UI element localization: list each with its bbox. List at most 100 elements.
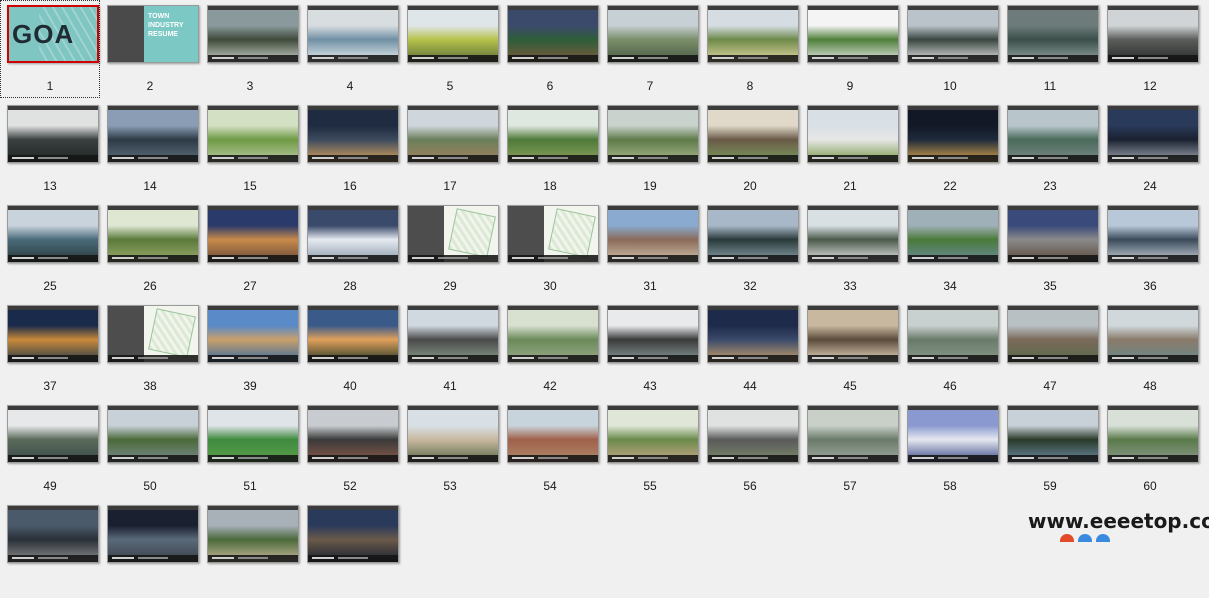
slide-preview-image bbox=[207, 505, 299, 563]
slide-thumbnail[interactable]: 46 bbox=[900, 300, 1000, 398]
slide-number: 49 bbox=[43, 479, 57, 493]
slide-thumbnail[interactable]: 6 bbox=[500, 0, 600, 98]
slide-thumbnail[interactable]: 59 bbox=[1000, 400, 1100, 498]
slide-number: 51 bbox=[243, 479, 257, 493]
slide-thumbnail[interactable]: 8 bbox=[700, 0, 800, 98]
slide-number: 46 bbox=[943, 379, 957, 393]
slide-thumbnail[interactable]: 13 bbox=[0, 100, 100, 198]
slide-thumbnail[interactable]: 23 bbox=[1000, 100, 1100, 198]
caption-strip bbox=[308, 55, 398, 62]
slide-number: 41 bbox=[443, 379, 457, 393]
slide-thumbnail[interactable]: 55 bbox=[600, 400, 700, 498]
slide-thumbnail[interactable]: 28 bbox=[300, 200, 400, 298]
slide-thumbnail[interactable]: 38 bbox=[100, 300, 200, 398]
caption-strip bbox=[408, 355, 498, 362]
slide-preview-image bbox=[407, 205, 499, 263]
slide-preview-image bbox=[807, 405, 899, 463]
caption-strip bbox=[508, 455, 598, 462]
slide-thumbnail[interactable]: 39 bbox=[200, 300, 300, 398]
slide-thumbnail[interactable]: 14 bbox=[100, 100, 200, 198]
slide-thumbnail[interactable]: 27 bbox=[200, 200, 300, 298]
slide-thumbnail[interactable] bbox=[300, 500, 400, 598]
slide-thumbnail[interactable]: 45 bbox=[800, 300, 900, 398]
slide-number: 47 bbox=[1043, 379, 1057, 393]
slide-thumbnail[interactable]: 37 bbox=[0, 300, 100, 398]
slide-number: 6 bbox=[546, 79, 554, 93]
slide-thumbnail[interactable]: 33 bbox=[800, 200, 900, 298]
caption-strip bbox=[308, 155, 398, 162]
slide-number: 50 bbox=[143, 479, 157, 493]
slide-thumbnail[interactable]: 52 bbox=[300, 400, 400, 498]
slide-number: 48 bbox=[1143, 379, 1157, 393]
caption-strip bbox=[8, 255, 98, 262]
slide-thumbnail[interactable]: 17 bbox=[400, 100, 500, 198]
resume-title: TOWN INDUSTRY RESUME bbox=[148, 12, 198, 39]
slide-thumbnail[interactable]: 22 bbox=[900, 100, 1000, 198]
slide-top-bar bbox=[408, 106, 498, 110]
caption-strip bbox=[508, 255, 598, 262]
slide-thumbnail[interactable]: 11 bbox=[1000, 0, 1100, 98]
slide-thumbnail[interactable]: 18 bbox=[500, 100, 600, 198]
slide-thumbnail[interactable]: 49 bbox=[0, 400, 100, 498]
slide-thumbnail[interactable]: 47 bbox=[1000, 300, 1100, 398]
slide-thumbnail[interactable]: 48 bbox=[1100, 300, 1200, 398]
slide-thumbnail[interactable]: 7 bbox=[600, 0, 700, 98]
slide-thumbnail[interactable]: 4 bbox=[300, 0, 400, 98]
slide-thumbnail[interactable]: 34 bbox=[900, 200, 1000, 298]
slide-number: 29 bbox=[443, 279, 457, 293]
slide-thumbnail[interactable]: 25 bbox=[0, 200, 100, 298]
slide-thumbnail[interactable]: 40 bbox=[300, 300, 400, 398]
slide-preview-image bbox=[7, 205, 99, 263]
slide-thumbnail[interactable]: 19 bbox=[600, 100, 700, 198]
slide-thumbnail[interactable]: 16 bbox=[300, 100, 400, 198]
slide-thumbnail[interactable] bbox=[100, 500, 200, 598]
slide-thumbnail[interactable]: 43 bbox=[600, 300, 700, 398]
slide-thumbnail[interactable]: GOA 1 bbox=[0, 0, 100, 98]
slide-thumbnail[interactable]: 35 bbox=[1000, 200, 1100, 298]
slide-thumbnail[interactable]: 58 bbox=[900, 400, 1000, 498]
caption-strip bbox=[508, 55, 598, 62]
slide-thumbnail[interactable]: 53 bbox=[400, 400, 500, 498]
slide-preview-image bbox=[307, 205, 399, 263]
slide-thumbnail[interactable]: 36 bbox=[1100, 200, 1200, 298]
slide-thumbnail[interactable]: TOWN INDUSTRY RESUME 2 bbox=[100, 0, 200, 98]
slide-thumbnail[interactable]: 50 bbox=[100, 400, 200, 498]
slide-thumbnail[interactable]: 5 bbox=[400, 0, 500, 98]
slide-number: 14 bbox=[143, 179, 157, 193]
slide-preview-image bbox=[707, 205, 799, 263]
slide-preview-image bbox=[507, 305, 599, 363]
slide-top-bar bbox=[1108, 406, 1198, 410]
slide-thumbnail[interactable]: 24 bbox=[1100, 100, 1200, 198]
slide-thumbnail[interactable]: 60 bbox=[1100, 400, 1200, 498]
slide-thumbnail[interactable]: 9 bbox=[800, 0, 900, 98]
slide-thumbnail[interactable]: 20 bbox=[700, 100, 800, 198]
slide-number: 44 bbox=[743, 379, 757, 393]
caption-strip bbox=[908, 255, 998, 262]
slide-number: 45 bbox=[843, 379, 857, 393]
slide-preview-image bbox=[307, 105, 399, 163]
slide-thumbnail[interactable]: 41 bbox=[400, 300, 500, 398]
slide-thumbnail[interactable]: 44 bbox=[700, 300, 800, 398]
slide-top-bar bbox=[708, 106, 798, 110]
slide-thumbnail[interactable]: 10 bbox=[900, 0, 1000, 98]
slide-thumbnail[interactable]: 12 bbox=[1100, 0, 1200, 98]
slide-thumbnail[interactable] bbox=[0, 500, 100, 598]
slide-thumbnail[interactable]: 57 bbox=[800, 400, 900, 498]
slide-thumbnail[interactable]: 29 bbox=[400, 200, 500, 298]
slide-number: 19 bbox=[643, 179, 657, 193]
slide-thumbnail[interactable]: 56 bbox=[700, 400, 800, 498]
slide-thumbnail[interactable]: 31 bbox=[600, 200, 700, 298]
caption-strip bbox=[908, 455, 998, 462]
slide-thumbnail[interactable]: 30 bbox=[500, 200, 600, 298]
slide-thumbnail[interactable]: 54 bbox=[500, 400, 600, 498]
slide-thumbnail[interactable]: 32 bbox=[700, 200, 800, 298]
caption-strip bbox=[908, 355, 998, 362]
slide-thumbnail[interactable]: 42 bbox=[500, 300, 600, 398]
slide-top-bar bbox=[708, 6, 798, 10]
slide-thumbnail[interactable]: 51 bbox=[200, 400, 300, 498]
slide-thumbnail[interactable]: 21 bbox=[800, 100, 900, 198]
slide-thumbnail[interactable] bbox=[200, 500, 300, 598]
slide-thumbnail[interactable]: 15 bbox=[200, 100, 300, 198]
slide-thumbnail[interactable]: 26 bbox=[100, 200, 200, 298]
slide-thumbnail[interactable]: 3 bbox=[200, 0, 300, 98]
